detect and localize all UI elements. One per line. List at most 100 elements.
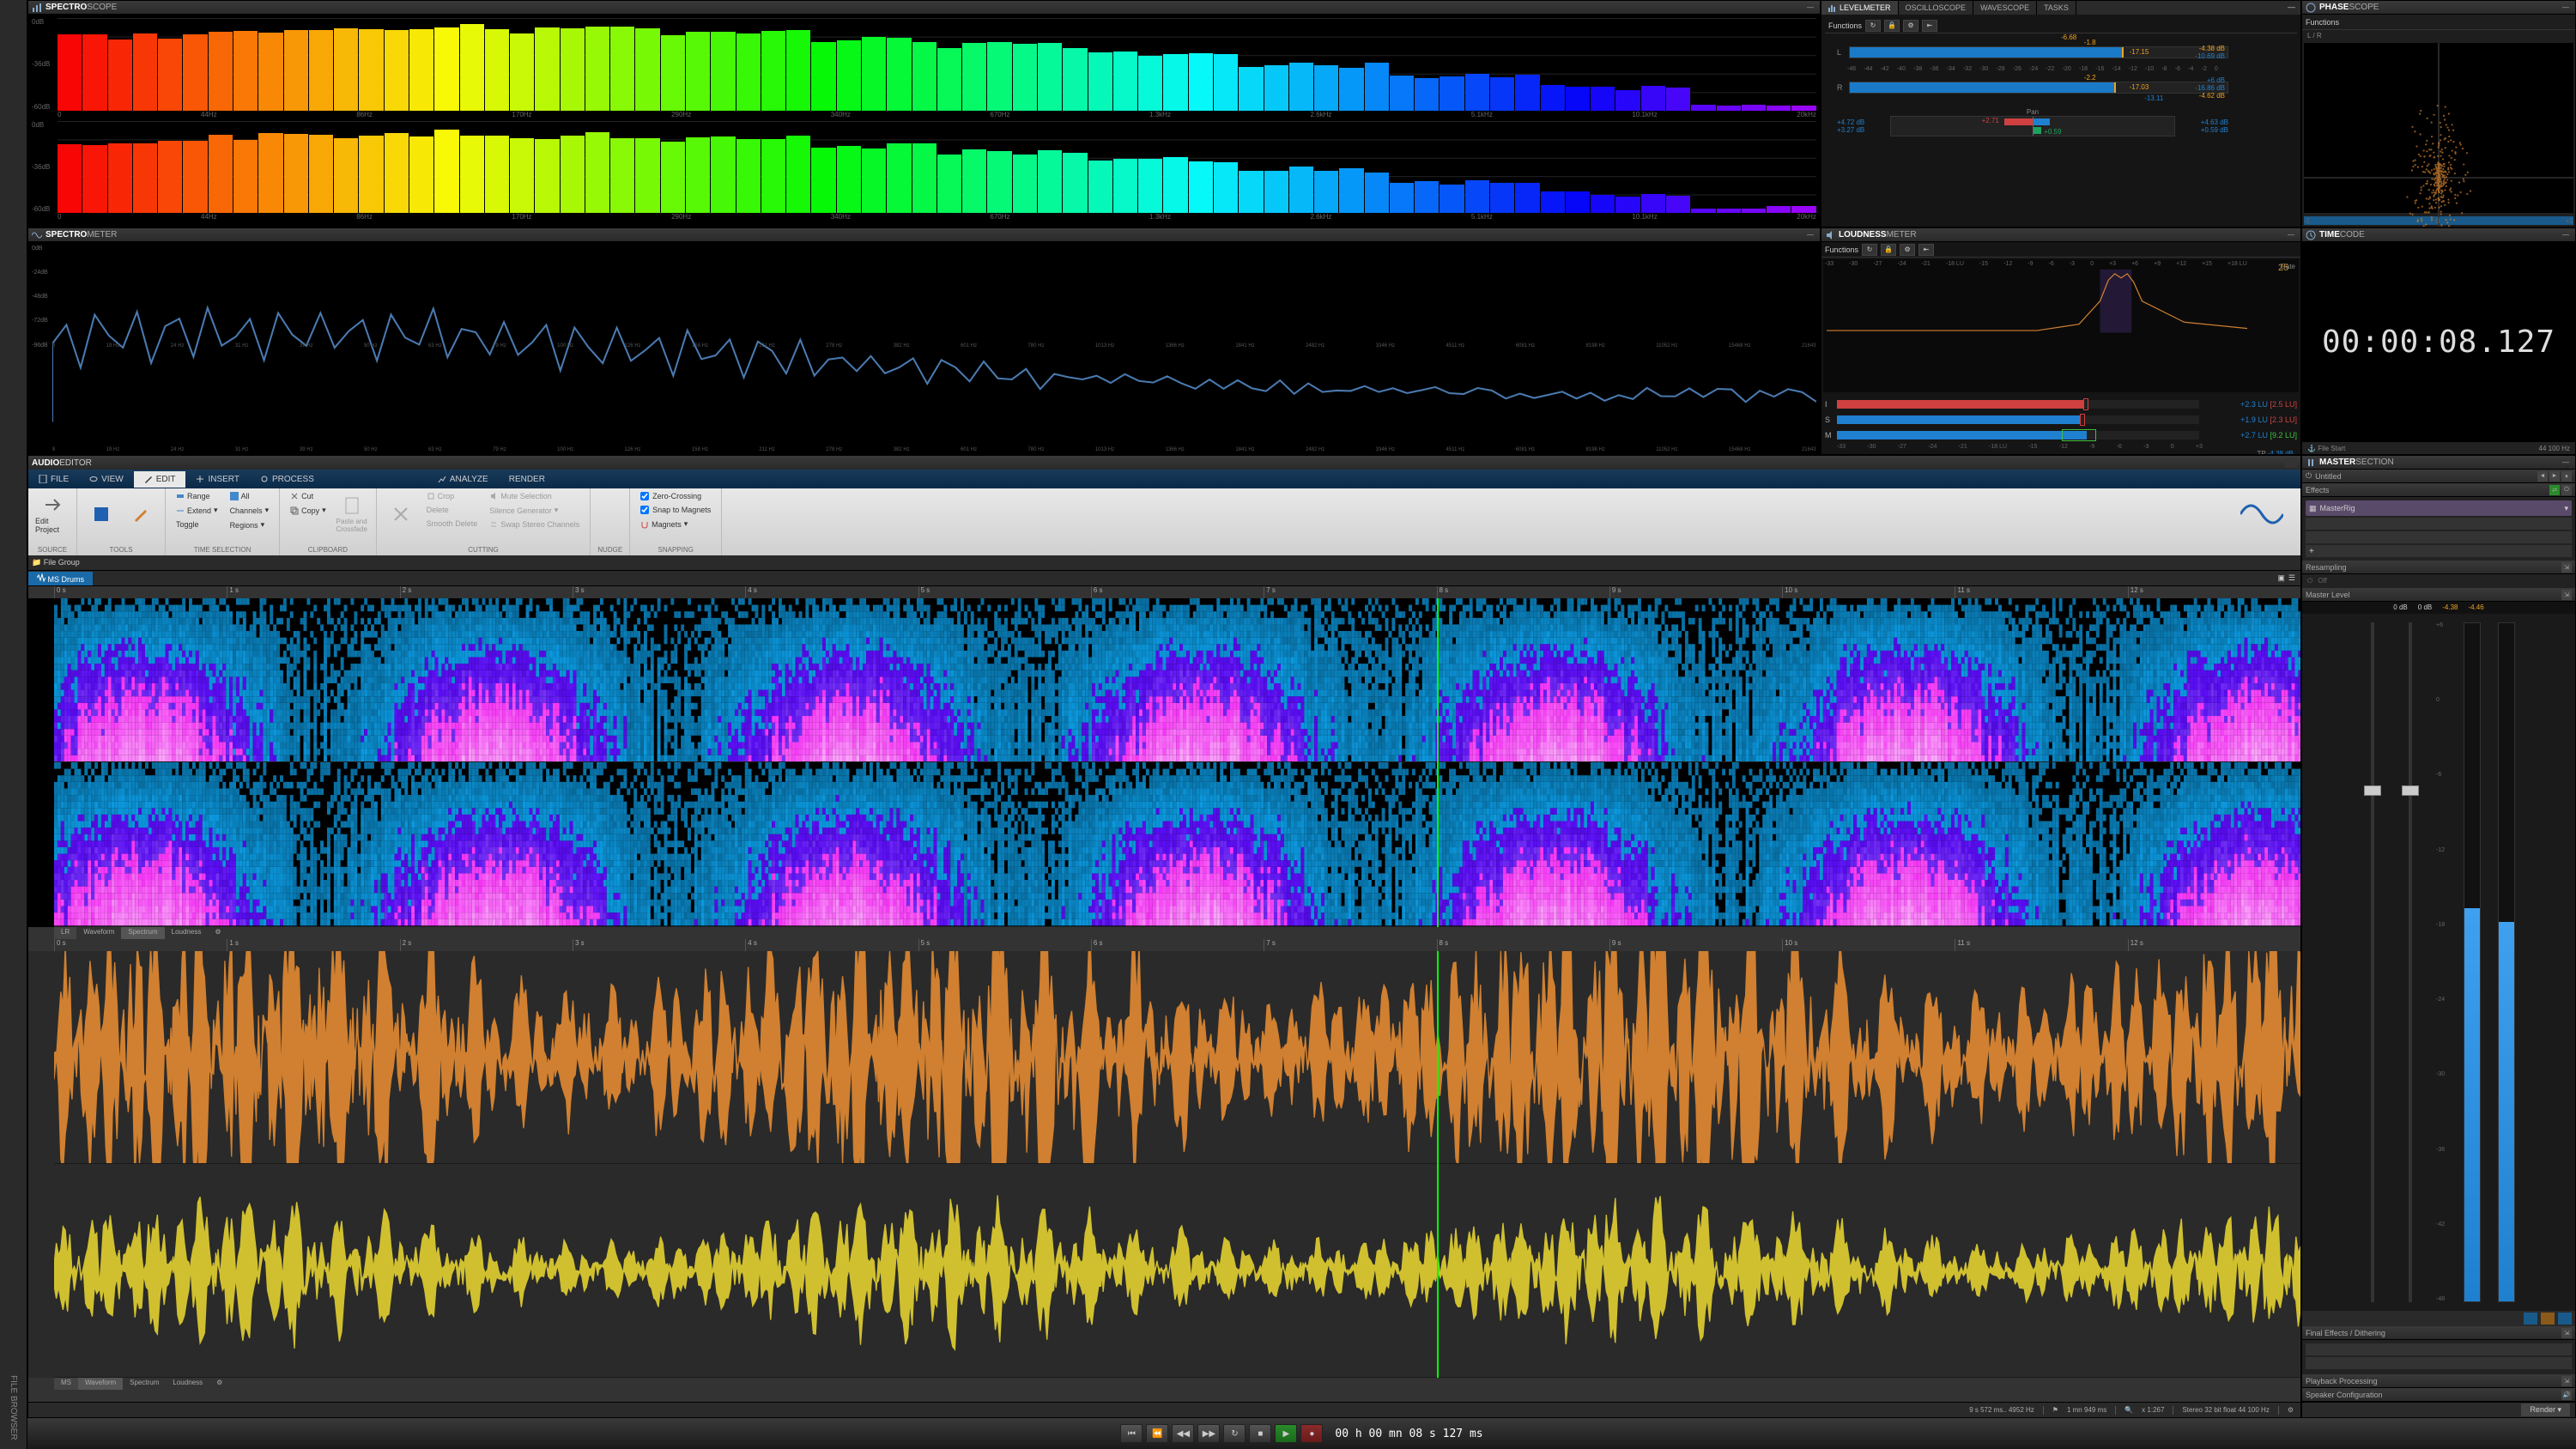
- tab-wavescope[interactable]: WAVESCOPE: [1973, 1, 2037, 15]
- functions-label[interactable]: Functions: [1825, 246, 1858, 254]
- settings-button[interactable]: [2558, 1313, 2572, 1325]
- dither-slot[interactable]: [2306, 1343, 2572, 1355]
- next-icon[interactable]: ►: [2549, 471, 2560, 482]
- tab-levelmeter[interactable]: LEVELMETER: [1821, 1, 1899, 15]
- zero-crossing-check[interactable]: Zero-Crossing: [637, 490, 714, 502]
- dither-slot[interactable]: [2306, 1357, 2572, 1369]
- list-icon[interactable]: ☰: [2288, 573, 2295, 583]
- power-icon[interactable]: ⏻: [2307, 577, 2312, 585]
- tab-render[interactable]: RENDER: [499, 471, 555, 488]
- refresh-icon[interactable]: ↻: [1865, 20, 1881, 32]
- all-button[interactable]: All: [227, 490, 273, 502]
- functions-label[interactable]: Functions: [2306, 18, 2339, 27]
- minimize-icon[interactable]: —: [2560, 458, 2572, 466]
- scrollbar[interactable]: [28, 1390, 2300, 1402]
- playhead[interactable]: [1437, 598, 1439, 927]
- settings-icon[interactable]: ⚙: [208, 927, 227, 939]
- preset-name[interactable]: Untitled: [2315, 472, 2342, 481]
- minimize-icon[interactable]: —: [2560, 231, 2572, 239]
- settings-icon[interactable]: ⚙: [209, 1378, 229, 1390]
- tab-oscilloscope[interactable]: OSCILLOSCOPE: [1899, 1, 1974, 15]
- fader-knob[interactable]: [2402, 785, 2419, 796]
- bypass-icon[interactable]: ⇄: [2549, 485, 2560, 495]
- loudness-tab[interactable]: Loudness: [166, 1378, 209, 1390]
- chevron-down-icon[interactable]: ▾: [2564, 504, 2568, 513]
- file-tab[interactable]: MS Drums: [28, 572, 93, 585]
- settings-icon[interactable]: ⚙: [1900, 244, 1915, 256]
- lock-icon[interactable]: 🔒: [1881, 244, 1896, 256]
- loop-button[interactable]: ↻: [1223, 1424, 1246, 1443]
- tool-pencil[interactable]: [124, 490, 158, 538]
- waveform-view[interactable]: [28, 951, 2300, 1378]
- play-button[interactable]: ▶: [1275, 1424, 1297, 1443]
- swap-button[interactable]: Swap Stereo Channels: [486, 518, 583, 530]
- waveform-tab[interactable]: Waveform: [76, 927, 121, 939]
- expand-icon[interactable]: ⇲: [2561, 1328, 2572, 1338]
- menu-icon[interactable]: ▾: [2561, 471, 2572, 482]
- add-effect-button[interactable]: +: [2306, 545, 2572, 557]
- delete-big-button[interactable]: [384, 490, 418, 538]
- stop-button[interactable]: ■: [1249, 1424, 1271, 1443]
- minimize-icon[interactable]: —: [1804, 231, 1816, 239]
- spectrum-tab[interactable]: Spectrum: [123, 1378, 166, 1390]
- time-ruler[interactable]: 0 s1 s2 s3 s4 s5 s6 s7 s8 s9 s10 s11 s12…: [28, 586, 2300, 598]
- config-icon[interactable]: ⚙: [2288, 1406, 2294, 1414]
- fader-knob[interactable]: [2364, 785, 2381, 796]
- rewind-button[interactable]: ◀◀: [1172, 1424, 1194, 1443]
- prev-marker-button[interactable]: ⏪: [1146, 1424, 1168, 1443]
- tile-icon[interactable]: ▣: [2277, 573, 2285, 583]
- zoom-out-icon[interactable]: 🔍: [2124, 1406, 2133, 1414]
- tab-analyze[interactable]: ANALYZE: [427, 471, 499, 488]
- cut-button[interactable]: Cut: [287, 490, 330, 502]
- effect-slot-empty[interactable]: [2306, 518, 2572, 530]
- waveform-tab[interactable]: Waveform: [78, 1378, 123, 1390]
- lr-tab[interactable]: LR: [54, 927, 76, 939]
- ms-tab[interactable]: MS: [54, 1378, 78, 1390]
- spectroscope-header[interactable]: SPECTROSCOPE —: [28, 1, 1820, 15]
- time-ruler-lower[interactable]: 0 s1 s2 s3 s4 s5 s6 s7 s8 s9 s10 s11 s12…: [28, 939, 2300, 951]
- tab-tasks[interactable]: TASKS: [2037, 1, 2076, 15]
- effect-slot-empty[interactable]: [2306, 531, 2572, 543]
- maximize-icon[interactable]: [2285, 458, 2297, 468]
- crop-button[interactable]: Crop: [423, 490, 482, 502]
- playhead[interactable]: [1437, 951, 1439, 1378]
- tool-selection[interactable]: [84, 490, 118, 538]
- expand-icon[interactable]: ⇲: [2561, 562, 2572, 573]
- speaker-icon[interactable]: 🔊: [2561, 1390, 2572, 1400]
- filegroup-tab[interactable]: 📁 File Group: [32, 558, 80, 567]
- settings-icon[interactable]: ⚙: [1903, 20, 1918, 32]
- edit-project-button[interactable]: Edit Project: [35, 490, 70, 538]
- delete-button[interactable]: Delete: [423, 504, 482, 516]
- smooth-delete-button[interactable]: Smooth Delete: [423, 518, 482, 530]
- functions-label[interactable]: Functions: [1828, 21, 1862, 30]
- range-button[interactable]: Range: [173, 490, 221, 502]
- mono-button[interactable]: [2524, 1313, 2537, 1325]
- refresh-icon[interactable]: ↻: [1862, 244, 1877, 256]
- fader-left[interactable]: [2371, 622, 2374, 1302]
- left-sidebar-strip[interactable]: FILE BROWSER: [0, 0, 27, 1449]
- tab-file[interactable]: FILE: [28, 471, 79, 488]
- spectrum-tab[interactable]: Spectrum: [121, 927, 164, 939]
- loudness-tab[interactable]: Loudness: [165, 927, 209, 939]
- record-button[interactable]: ●: [1300, 1424, 1323, 1443]
- magnets-button[interactable]: Magnets ▾: [637, 518, 714, 530]
- toggle-button[interactable]: Toggle: [173, 518, 221, 530]
- paste-button[interactable]: Paste and Crossfade: [335, 490, 369, 538]
- expand-icon[interactable]: ⇤: [1922, 20, 1937, 32]
- expand-icon[interactable]: ⇲: [2561, 590, 2572, 600]
- tab-process[interactable]: PROCESS: [250, 471, 324, 488]
- mute-button[interactable]: Mute Selection: [486, 490, 583, 502]
- forward-button[interactable]: ▶▶: [1197, 1424, 1220, 1443]
- tab-insert[interactable]: INSERT: [185, 471, 250, 488]
- minimize-icon[interactable]: —: [2560, 3, 2572, 11]
- lock-button[interactable]: [2541, 1313, 2555, 1325]
- tab-view[interactable]: VIEW: [79, 471, 134, 488]
- expand-icon[interactable]: ⇤: [1918, 244, 1934, 256]
- minimize-icon[interactable]: —: [2285, 231, 2297, 239]
- minimize-icon[interactable]: —: [1804, 3, 1816, 11]
- fader-right[interactable]: [2409, 622, 2412, 1302]
- prev-icon[interactable]: ◄: [2537, 471, 2548, 482]
- goto-start-button[interactable]: ⏮: [1120, 1424, 1143, 1443]
- power-icon[interactable]: ⏻: [2561, 485, 2572, 495]
- snap-magnets-check[interactable]: Snap to Magnets: [637, 504, 714, 516]
